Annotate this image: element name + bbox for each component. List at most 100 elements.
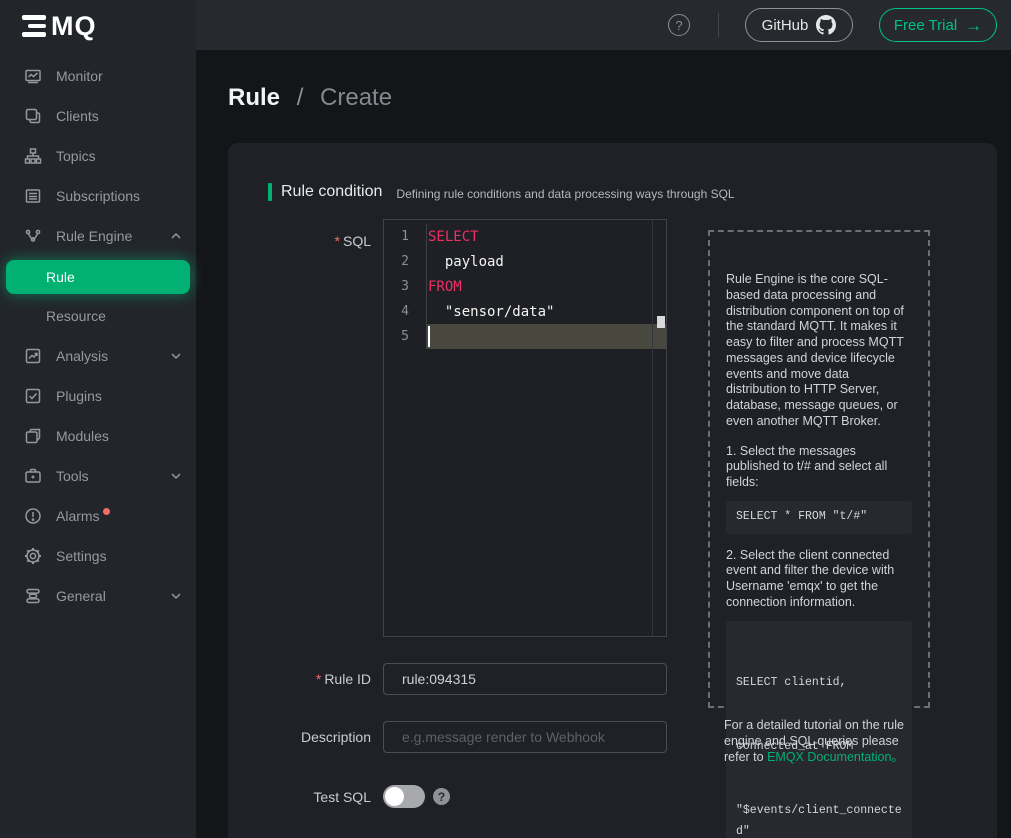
help-icon[interactable]: ? bbox=[668, 14, 690, 36]
section-accent-bar bbox=[268, 183, 272, 201]
toggle-knob bbox=[385, 787, 404, 806]
free-trial-label: Free Trial bbox=[894, 17, 957, 34]
line-number: 3 bbox=[384, 279, 426, 294]
editor-active-line: 5 bbox=[384, 324, 666, 349]
chevron-down-icon bbox=[170, 350, 182, 362]
analysis-icon bbox=[24, 347, 42, 365]
code-text: payload bbox=[426, 254, 504, 270]
sidebar-item-label: Subscriptions bbox=[56, 188, 140, 204]
sql-help-panel: Rule Engine is the core SQL-based data p… bbox=[708, 230, 930, 708]
sidebar-item-label: Topics bbox=[56, 148, 96, 164]
rule-id-label: *Rule ID bbox=[228, 671, 383, 687]
topbar: ? GitHub Free Trial → bbox=[196, 0, 1011, 50]
sidebar: MQ Monitor Clients Topics bbox=[0, 0, 196, 838]
line-number: 1 bbox=[384, 229, 426, 244]
editor-line: 4 "sensor/data" bbox=[384, 299, 666, 324]
sidebar-item-label: Tools bbox=[56, 468, 89, 484]
help-example-1: 1. Select the messages published to t/# … bbox=[726, 444, 912, 491]
editor-lines: 1 SELECT 2 payload 3 FROM bbox=[384, 220, 666, 349]
sidebar-item-general[interactable]: General bbox=[0, 576, 196, 616]
sidebar-item-rule-engine[interactable]: Rule Engine bbox=[0, 216, 196, 256]
alarm-red-dot bbox=[103, 508, 110, 515]
plugins-icon bbox=[24, 387, 42, 405]
sidebar-item-label: Rule Engine bbox=[56, 228, 132, 244]
sidebar-item-clients[interactable]: Clients bbox=[0, 96, 196, 136]
sidebar-item-topics[interactable]: Topics bbox=[0, 136, 196, 176]
sidebar-item-label: Analysis bbox=[56, 348, 108, 364]
alarms-icon bbox=[24, 507, 42, 525]
breadcrumb-rule[interactable]: Rule bbox=[228, 84, 280, 111]
sidebar-item-modules[interactable]: Modules bbox=[0, 416, 196, 456]
editor-line: 1 SELECT bbox=[384, 224, 666, 249]
description-input[interactable] bbox=[383, 721, 667, 753]
code-text: "sensor/data" bbox=[426, 304, 554, 320]
emqx-documentation-link[interactable]: EMQX Documentation。 bbox=[767, 750, 904, 764]
help-example-2: 2. Select the client connected event and… bbox=[726, 548, 912, 611]
rule-id-input[interactable] bbox=[383, 663, 667, 695]
line-number: 2 bbox=[384, 254, 426, 269]
sidebar-item-monitor[interactable]: Monitor bbox=[0, 56, 196, 96]
required-mark: * bbox=[335, 233, 340, 249]
sidebar-item-label: Plugins bbox=[56, 388, 102, 404]
sidebar-item-label: Rule bbox=[46, 269, 75, 285]
help-intro: Rule Engine is the core SQL-based data p… bbox=[726, 272, 912, 430]
sql-label: *SQL bbox=[228, 219, 383, 249]
subscriptions-icon bbox=[24, 187, 42, 205]
sidebar-item-tools[interactable]: Tools bbox=[0, 456, 196, 496]
line-number: 5 bbox=[384, 329, 426, 344]
app-logo[interactable]: MQ bbox=[0, 0, 196, 50]
sidebar-item-alarms[interactable]: Alarms bbox=[0, 496, 196, 536]
section-header: Rule condition Defining rule conditions … bbox=[228, 143, 997, 201]
sidebar-item-subscriptions[interactable]: Subscriptions bbox=[0, 176, 196, 216]
help-footer: For a detailed tutorial on the rule engi… bbox=[724, 718, 924, 765]
required-mark: * bbox=[316, 671, 321, 687]
rule-engine-icon bbox=[24, 227, 42, 245]
emqx-dashboard: MQ Monitor Clients Topics bbox=[0, 0, 1011, 838]
editor-scrollbar[interactable] bbox=[652, 220, 666, 636]
main-content: Rule / Create Rule condition Defining ru… bbox=[196, 50, 1011, 838]
chevron-up-icon bbox=[170, 230, 182, 242]
description-label: Description bbox=[228, 729, 383, 745]
sql-editor[interactable]: 1 SELECT 2 payload 3 FROM bbox=[383, 219, 667, 637]
free-trial-button[interactable]: Free Trial → bbox=[879, 8, 997, 42]
text-cursor bbox=[428, 326, 430, 347]
sidebar-item-label: General bbox=[56, 588, 106, 604]
sidebar-menu: Monitor Clients Topics Subscriptions bbox=[0, 50, 196, 616]
code-text: FROM bbox=[426, 279, 462, 295]
settings-icon bbox=[24, 547, 42, 565]
section-subtitle: Defining rule conditions and data proces… bbox=[396, 184, 734, 201]
chevron-down-icon bbox=[170, 590, 182, 602]
question-circle-icon[interactable]: ? bbox=[433, 788, 450, 805]
github-button[interactable]: GitHub bbox=[745, 8, 853, 42]
modules-icon bbox=[24, 427, 42, 445]
breadcrumb-create: Create bbox=[320, 84, 392, 111]
breadcrumb-separator: / bbox=[297, 84, 304, 111]
arrow-right-icon: → bbox=[965, 17, 982, 34]
emq-bars-icon bbox=[22, 15, 46, 37]
logo-text: MQ bbox=[51, 13, 97, 40]
section-title: Rule condition bbox=[281, 183, 382, 201]
github-button-label: GitHub bbox=[762, 17, 809, 34]
sidebar-item-label: Clients bbox=[56, 108, 99, 124]
sidebar-item-plugins[interactable]: Plugins bbox=[0, 376, 196, 416]
test-sql-toggle[interactable] bbox=[383, 785, 425, 808]
breadcrumb: Rule / Create bbox=[196, 50, 1011, 112]
monitor-icon bbox=[24, 67, 42, 85]
scrollbar-thumb[interactable] bbox=[657, 316, 665, 328]
help-code-2-line: "$events/client_connected" bbox=[736, 800, 902, 838]
code-text: SELECT bbox=[426, 229, 479, 245]
sidebar-item-analysis[interactable]: Analysis bbox=[0, 336, 196, 376]
sidebar-item-label: Monitor bbox=[56, 68, 103, 84]
help-code-1: SELECT * FROM "t/#" bbox=[726, 501, 912, 534]
help-code-2-line: SELECT clientid, bbox=[736, 672, 902, 693]
chevron-down-icon bbox=[170, 470, 182, 482]
sidebar-item-settings[interactable]: Settings bbox=[0, 536, 196, 576]
sidebar-item-label: Resource bbox=[46, 308, 106, 324]
sidebar-item-label: Alarms bbox=[56, 508, 100, 524]
github-icon bbox=[816, 15, 836, 35]
topbar-divider bbox=[718, 13, 719, 37]
sidebar-item-label: Settings bbox=[56, 548, 107, 564]
sidebar-item-rule[interactable]: Rule bbox=[6, 260, 190, 294]
sidebar-item-resource[interactable]: Resource bbox=[0, 298, 196, 334]
line-number: 4 bbox=[384, 304, 426, 319]
